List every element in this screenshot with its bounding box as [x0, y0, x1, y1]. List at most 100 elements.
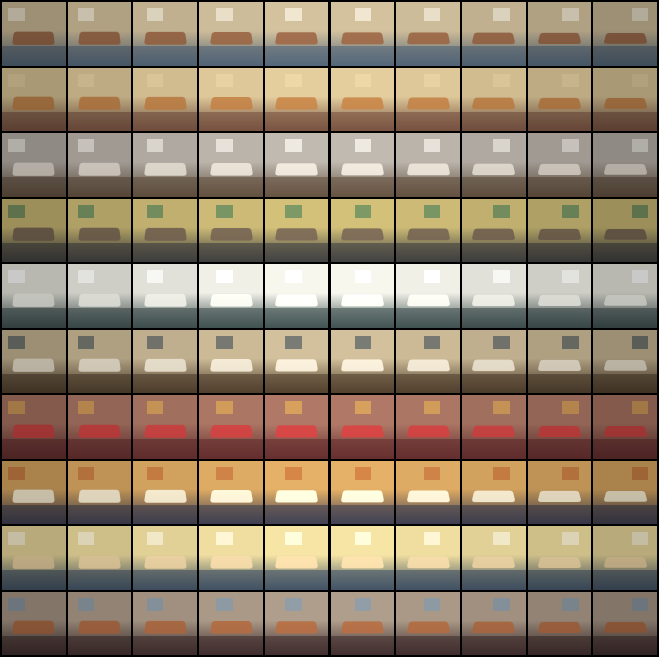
conference-table-shape: [471, 97, 516, 110]
conference-table-shape: [275, 97, 319, 110]
window-shape: [216, 401, 233, 415]
thumbnail-image: [199, 591, 263, 655]
conference-table-shape: [537, 32, 582, 44]
conference-table-shape: [406, 294, 450, 306]
window-shape: [354, 139, 372, 153]
window-shape: [354, 466, 372, 480]
floor-shape: [527, 570, 592, 590]
window-shape: [493, 270, 510, 284]
floor-shape: [593, 635, 657, 655]
thumbnail-image: [396, 264, 460, 328]
window-shape: [77, 204, 95, 218]
conference-table-shape: [406, 163, 450, 175]
thumbnail-image: [67, 133, 132, 197]
thumbnail-image: [67, 264, 132, 328]
window-shape: [354, 8, 372, 22]
conference-table-shape: [406, 359, 450, 372]
thumbnail-image: [264, 264, 329, 328]
thumbnail-image: [593, 2, 657, 66]
window-shape: [216, 139, 233, 153]
thumbnail-image: [67, 2, 132, 66]
window-shape: [354, 401, 372, 415]
floor-shape: [67, 242, 132, 262]
conference-table-shape: [471, 621, 516, 634]
thumbnail-image: [67, 198, 132, 262]
thumbnail-image: [199, 264, 263, 328]
conference-table-shape: [471, 490, 516, 503]
window-shape: [146, 8, 164, 22]
thumbnail-image: [461, 264, 526, 328]
conference-table-shape: [537, 490, 582, 502]
thumbnail-image: [593, 526, 657, 590]
conference-table-shape: [275, 228, 319, 241]
conference-table-shape: [12, 31, 56, 45]
window-shape: [354, 73, 372, 87]
thumbnail-image: [527, 329, 592, 393]
conference-table-shape: [78, 31, 121, 45]
thumbnail-image: [264, 395, 329, 459]
thumbnail-image: [133, 329, 198, 393]
floor-shape: [133, 308, 198, 328]
thumbnail-image: [199, 526, 263, 590]
window-shape: [631, 597, 649, 611]
window-shape: [285, 597, 302, 611]
window-shape: [631, 73, 649, 87]
floor-shape: [593, 504, 657, 524]
conference-table-shape: [537, 621, 582, 633]
floor-shape: [2, 373, 66, 393]
floor-shape: [133, 570, 198, 590]
window-shape: [423, 335, 441, 349]
conference-table-shape: [406, 32, 450, 44]
conference-table-shape: [209, 424, 253, 438]
thumbnail-image: [67, 591, 132, 655]
conference-table-shape: [78, 293, 121, 307]
thumbnail-image: [67, 329, 132, 393]
conference-table-shape: [275, 490, 319, 503]
floor-shape: [133, 439, 198, 459]
thumbnail-image: [527, 460, 592, 524]
window-shape: [354, 597, 372, 611]
thumbnail-image: [67, 526, 132, 590]
window-shape: [493, 73, 510, 87]
thumbnail-image: [199, 329, 263, 393]
conference-table-shape: [143, 620, 187, 634]
window-shape: [493, 8, 510, 22]
window-shape: [146, 466, 164, 480]
conference-table-shape: [78, 227, 121, 241]
conference-table-shape: [537, 163, 582, 175]
window-shape: [354, 532, 372, 546]
thumbnail-image: [461, 329, 526, 393]
floor-shape: [199, 439, 263, 459]
floor-shape: [593, 242, 657, 262]
floor-shape: [264, 570, 329, 590]
thumbnail-image: [461, 591, 526, 655]
conference-table-shape: [471, 359, 516, 372]
conference-table-shape: [340, 97, 385, 110]
window-shape: [77, 8, 95, 22]
window-shape: [77, 139, 95, 153]
conference-table-shape: [340, 293, 385, 306]
window-shape: [423, 401, 441, 415]
conference-table-shape: [78, 358, 121, 372]
window-shape: [562, 73, 579, 87]
thumbnail-image: [199, 133, 263, 197]
window-shape: [77, 270, 95, 284]
conference-table-shape: [340, 555, 385, 568]
floor-shape: [461, 308, 526, 328]
thumbnail-image: [527, 264, 592, 328]
conference-table-shape: [12, 293, 56, 307]
floor-shape: [199, 308, 263, 328]
floor-shape: [527, 439, 592, 459]
thumbnail-image: [527, 2, 592, 66]
thumbnail-image: [2, 2, 66, 66]
window-shape: [631, 335, 649, 349]
window-shape: [631, 270, 649, 284]
thumbnail-image: [330, 460, 395, 524]
conference-table-shape: [603, 360, 648, 371]
floor-shape: [199, 111, 263, 131]
window-shape: [285, 532, 302, 546]
window-shape: [77, 401, 95, 415]
window-shape: [493, 532, 510, 546]
thumbnail-image: [2, 395, 66, 459]
window-shape: [146, 204, 164, 218]
